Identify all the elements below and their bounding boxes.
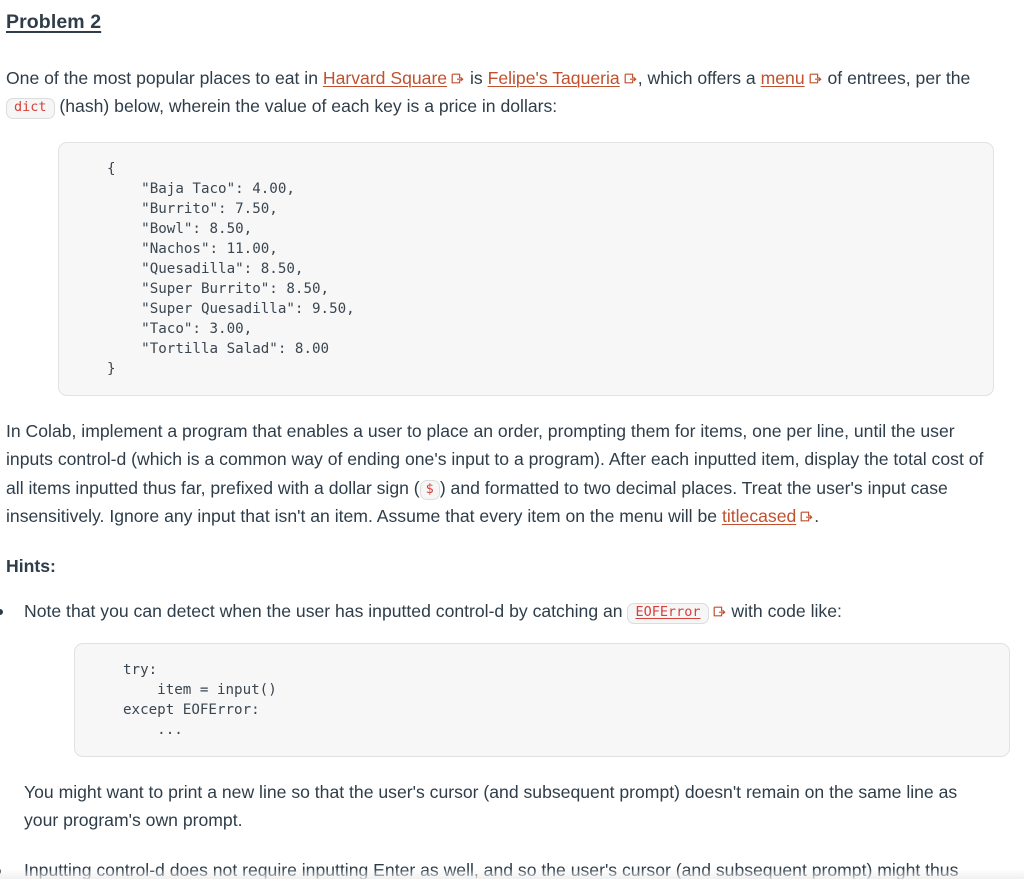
intro-paragraph: One of the most popular places to eat in…: [4, 64, 990, 121]
external-link-icon[interactable]: [713, 605, 726, 618]
titlecased-link[interactable]: titlecased: [722, 506, 796, 526]
external-link-icon[interactable]: [451, 72, 464, 85]
menu-link[interactable]: menu: [761, 68, 805, 88]
hint-one-text-2: with code like:: [726, 601, 842, 622]
eoferror-code-link[interactable]: EOFError: [627, 603, 709, 624]
felipes-taqueria-link[interactable]: Felipe's Taqueria: [488, 68, 620, 88]
try-except-code-text: try: item = input() except EOFError: ...: [123, 661, 277, 738]
dict-code-chip: dict: [6, 98, 55, 119]
page-title: Problem 2: [6, 11, 102, 33]
intro-text-4: of entrees, per the: [822, 67, 971, 88]
task-paragraph: In Colab, implement a program that enabl…: [4, 417, 990, 531]
harvard-square-link[interactable]: Harvard Square: [323, 68, 447, 88]
page-content: Problem 2 One of the most popular places…: [0, 0, 1024, 879]
bullet-icon: [0, 609, 3, 616]
task-text-3: .: [814, 506, 820, 527]
external-link-icon[interactable]: [809, 72, 822, 85]
menu-code-block: { "Baja Taco": 4.00, "Burrito": 7.50, "B…: [58, 141, 994, 396]
problem-page: Problem 2 One of the most popular places…: [0, 0, 1024, 879]
list-item: Note that you can detect when the user h…: [0, 597, 1010, 835]
hint-one-paragraph: Note that you can detect when the user h…: [22, 597, 990, 626]
intro-text-1: One of the most popular places to eat in: [6, 67, 323, 88]
hint-one-text-1: Note that you can detect when the user h…: [24, 601, 628, 622]
dollar-sign-code-chip: $: [419, 479, 440, 501]
menu-code-text: { "Baja Taco": 4.00, "Burrito": 7.50, "B…: [107, 160, 355, 377]
try-except-code-block: try: item = input() except EOFError: ...: [74, 642, 1010, 757]
external-link-icon[interactable]: [800, 510, 813, 523]
hints-label: Hints:: [6, 555, 56, 576]
external-link-icon[interactable]: [624, 72, 637, 85]
intro-text-5: (hash) below, wherein the value of each …: [54, 96, 558, 117]
hint-body: Note that you can detect when the user h…: [22, 597, 1010, 835]
intro-text-2: is: [465, 67, 488, 88]
bottom-fade: [0, 869, 1024, 879]
hint-one-followup: You might want to print a new line so th…: [24, 781, 958, 831]
intro-text-3: , which offers a: [637, 67, 761, 88]
hints-list: Note that you can detect when the user h…: [0, 597, 1010, 879]
